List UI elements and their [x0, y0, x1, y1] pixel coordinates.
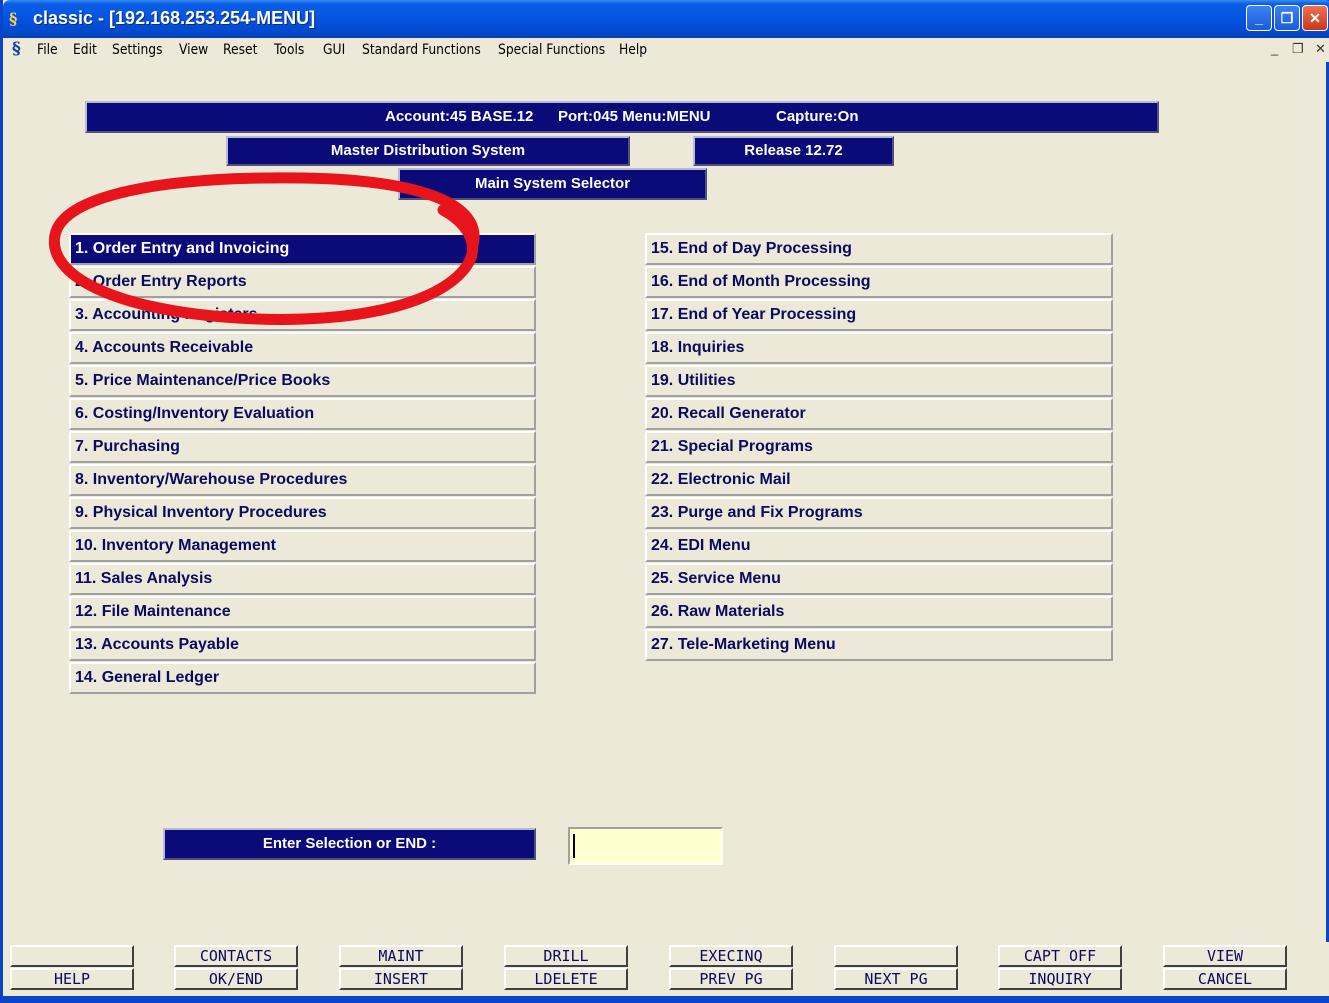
menu-option-9[interactable]: 9. Physical Inventory Procedures	[69, 497, 536, 529]
menu-settings[interactable]: Settings	[112, 42, 163, 58]
fkey-insert[interactable]: INSERT	[339, 968, 463, 990]
menu-option-17[interactable]: 17. End of Year Processing	[645, 299, 1113, 331]
menu-option-12[interactable]: 12. File Maintenance	[69, 596, 536, 628]
app-window: § classic - [192.168.253.254-MENU] _ ❐ ✕…	[0, 0, 1329, 1003]
menu-file[interactable]: File	[37, 42, 58, 58]
mdi-restore-icon[interactable]: ❐	[1292, 41, 1304, 57]
menu-option-23[interactable]: 23. Purge and Fix Programs	[645, 497, 1113, 529]
menu-option-1[interactable]: 1. Order Entry and Invoicing	[69, 233, 536, 265]
menu-option-20[interactable]: 20. Recall Generator	[645, 398, 1113, 430]
mdi-close-icon[interactable]: ✕	[1315, 41, 1326, 57]
fkey-inquiry[interactable]: INQUIRY	[998, 968, 1122, 990]
fkey-next-pg[interactable]: NEXT PG	[834, 968, 958, 990]
menu-option-10[interactable]: 10. Inventory Management	[69, 530, 536, 562]
menu-option-14[interactable]: 14. General Ledger	[69, 662, 536, 694]
fkey-contacts[interactable]: CONTACTS	[174, 945, 298, 967]
menu-option-25[interactable]: 25. Service Menu	[645, 563, 1113, 595]
menu-option-26[interactable]: 26. Raw Materials	[645, 596, 1113, 628]
fkey-prev-pg[interactable]: PREV PG	[669, 968, 793, 990]
menu-option-8[interactable]: 8. Inventory/Warehouse Procedures	[69, 464, 536, 496]
menu-special-functions[interactable]: Special Functions	[498, 42, 605, 58]
fkey-help[interactable]: HELP	[10, 968, 134, 990]
menu-option-7[interactable]: 7. Purchasing	[69, 431, 536, 463]
sh-logo-icon[interactable]: §	[12, 39, 21, 59]
release-label: Release 12.72	[693, 136, 894, 166]
mdi-minimize-icon[interactable]: _	[1271, 41, 1278, 56]
capture-label: Capture:On	[776, 108, 859, 125]
title-bar[interactable]: § classic - [192.168.253.254-MENU] _ ❐ ✕	[3, 0, 1329, 38]
menu-edit[interactable]: Edit	[73, 42, 97, 58]
menu-option-16[interactable]: 16. End of Month Processing	[645, 266, 1113, 298]
menu-option-27[interactable]: 27. Tele-Marketing Menu	[645, 629, 1113, 661]
fkey-drill[interactable]: DRILL	[504, 945, 628, 967]
menu-bar: § File Edit Settings View Reset Tools GU…	[3, 38, 1329, 62]
account-label: Account:45 BASE.12	[385, 108, 534, 125]
menu-option-5[interactable]: 5. Price Maintenance/Price Books	[69, 365, 536, 397]
bottom-frame-border	[3, 996, 1329, 1003]
fkey-view[interactable]: VIEW	[1163, 945, 1287, 967]
page-title: Main System Selector	[398, 168, 707, 200]
maximize-button[interactable]: ❐	[1274, 5, 1300, 31]
menu-tools[interactable]: Tools	[274, 42, 304, 58]
menu-option-24[interactable]: 24. EDI Menu	[645, 530, 1113, 562]
menu-option-3[interactable]: 3. Accounting Registers	[69, 299, 536, 331]
menu-option-18[interactable]: 18. Inquiries	[645, 332, 1113, 364]
menu-option-15[interactable]: 15. End of Day Processing	[645, 233, 1113, 265]
menu-help[interactable]: Help	[619, 42, 647, 58]
close-button[interactable]: ✕	[1302, 5, 1328, 31]
function-key-bar: CONTACTS MAINT DRILL EXECINQ CAPT OFF VI…	[3, 942, 1329, 996]
menu-gui[interactable]: GUI	[323, 42, 345, 58]
port-menu-label: Port:045 Menu:MENU	[558, 108, 711, 125]
menu-view[interactable]: View	[179, 42, 208, 58]
selection-input[interactable]	[568, 827, 723, 865]
fkey-cancel[interactable]: CANCEL	[1163, 968, 1287, 990]
selection-prompt-label: Enter Selection or END :	[163, 828, 536, 860]
menu-option-2[interactable]: 2. Order Entry Reports	[69, 266, 536, 298]
fkey-ldelete[interactable]: LDELETE	[504, 968, 628, 990]
system-title: Master Distribution System	[226, 136, 630, 166]
minimize-button[interactable]: _	[1246, 5, 1272, 31]
menu-option-13[interactable]: 13. Accounts Payable	[69, 629, 536, 661]
fkey-execinq[interactable]: EXECINQ	[669, 945, 793, 967]
menu-reset[interactable]: Reset	[223, 42, 257, 58]
window-title: classic - [192.168.253.254-MENU]	[33, 8, 316, 28]
sh-app-icon[interactable]: §	[9, 9, 27, 29]
menu-option-22[interactable]: 22. Electronic Mail	[645, 464, 1113, 496]
fkey-ok-end[interactable]: OK/END	[174, 968, 298, 990]
menu-option-6[interactable]: 6. Costing/Inventory Evaluation	[69, 398, 536, 430]
fkey-top-1[interactable]	[10, 945, 134, 967]
account-header-bar: Account:45 BASE.12 Port:045 Menu:MENU Ca…	[85, 101, 1159, 133]
menu-option-4[interactable]: 4. Accounts Receivable	[69, 332, 536, 364]
menu-option-21[interactable]: 21. Special Programs	[645, 431, 1113, 463]
menu-option-19[interactable]: 19. Utilities	[645, 365, 1113, 397]
menu-standard-functions[interactable]: Standard Functions	[362, 42, 481, 58]
menu-option-11[interactable]: 11. Sales Analysis	[69, 563, 536, 595]
fkey-capt-off[interactable]: CAPT OFF	[998, 945, 1122, 967]
text-caret	[573, 834, 575, 858]
fkey-maint[interactable]: MAINT	[339, 945, 463, 967]
fkey-top-6[interactable]	[834, 945, 958, 967]
